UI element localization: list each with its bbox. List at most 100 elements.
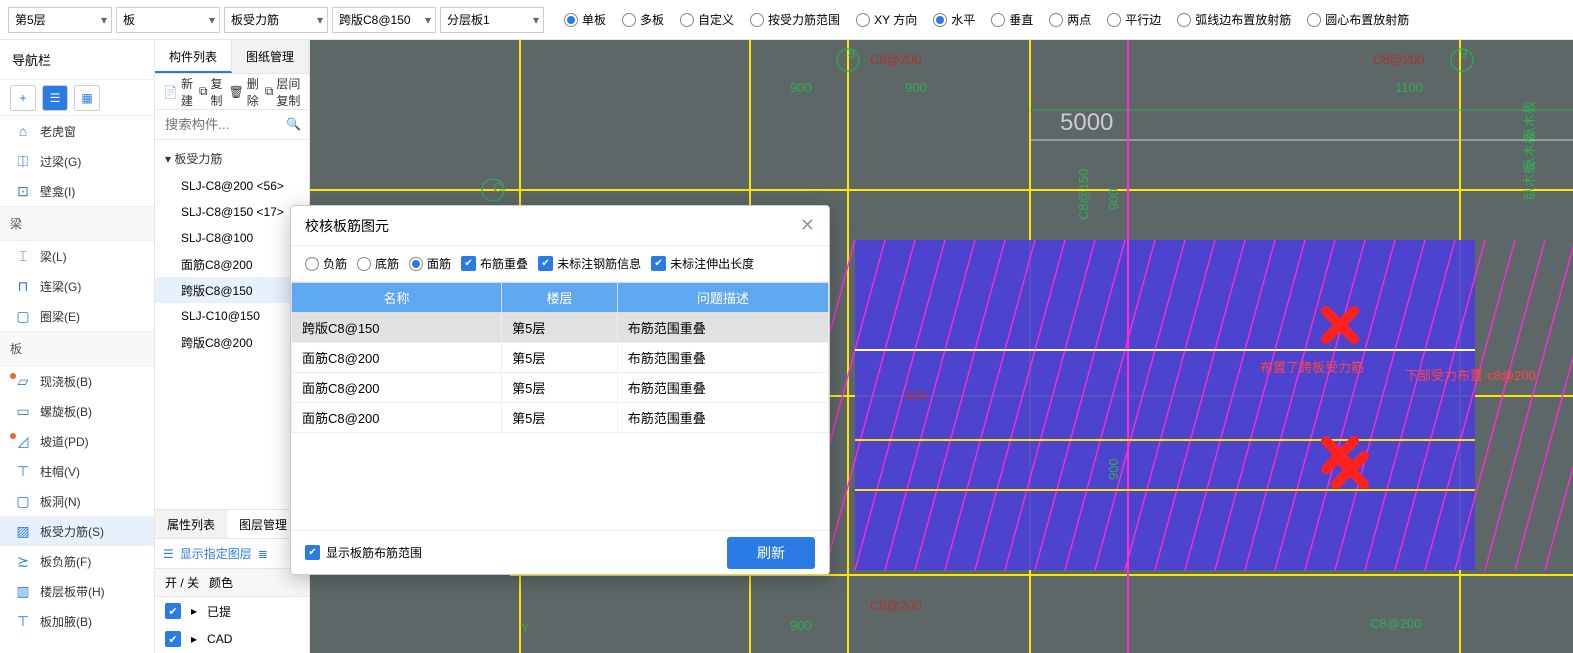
tree-root[interactable]: 板受力筋 (155, 144, 309, 173)
nav-item[interactable]: ▥楼层板带(H) (0, 576, 154, 606)
nav-item[interactable]: ⊤板加腋(B) (0, 606, 154, 636)
radio-icon (1107, 13, 1121, 27)
svg-text:900: 900 (1106, 188, 1121, 210)
filter-radio[interactable]: 底筋 (357, 255, 399, 272)
table-row[interactable]: 面筋C8@200第5层布筋范围重叠 (292, 373, 829, 403)
option-多板[interactable]: 多板 (616, 11, 670, 28)
tree-item[interactable]: 跨版C8@150 (155, 277, 309, 303)
nav-item[interactable]: ▱现浇板(B) (0, 366, 154, 396)
table-row[interactable]: 面筋C8@200第5层布筋范围重叠 (292, 403, 829, 433)
nav-item[interactable]: ⌶梁(L) (0, 241, 154, 271)
tree-item[interactable]: 面筋C8@200 (155, 251, 309, 277)
svg-text:C8@150: C8@150 (1076, 168, 1091, 220)
top-toolbar: 第5层 板 板受力筋 跨版C8@150 分层板1 单板多板自定义按受力筋范围XY… (0, 0, 1573, 40)
nav-item[interactable]: ▢圈梁(E) (0, 301, 154, 331)
option-圆心布置放射筋[interactable]: 圆心布置放射筋 (1301, 11, 1415, 28)
filter-radio[interactable]: 负筋 (305, 255, 347, 272)
nav-item[interactable]: ⎅过梁(G) (0, 146, 154, 176)
nav-tb-grid-icon[interactable]: ▦ (74, 85, 100, 111)
option-XY 方向[interactable]: XY 方向 (850, 11, 923, 28)
refresh-button[interactable]: 刷新 (727, 537, 815, 569)
svg-text:900: 900 (790, 80, 812, 95)
tab[interactable]: 构件列表 (155, 40, 232, 73)
nav-tb-add-icon[interactable]: + (10, 85, 36, 111)
option-水平[interactable]: 水平 (927, 11, 981, 28)
svg-text:C8@200: C8@200 (1373, 52, 1425, 67)
nav-item[interactable]: ⌂老虎窗 (0, 116, 154, 146)
component-tabs: 构件列表图纸管理 (155, 40, 309, 74)
search-input[interactable] (155, 110, 309, 139)
filter-check[interactable]: ✔未标注钢筋信息 (538, 255, 641, 272)
filter-check[interactable]: ✔布筋重叠 (461, 255, 528, 272)
toolbar-button[interactable]: 📄新建 (163, 75, 193, 109)
nav-item[interactable]: ▭螺旋板(B) (0, 396, 154, 426)
table-row[interactable]: 面筋C8@200第5层布筋范围重叠 (292, 343, 829, 373)
nav-item[interactable]: ▨板受力筋(S) (0, 516, 154, 546)
svg-text:布置了跨板受力筋: 布置了跨板受力筋 (1260, 360, 1364, 375)
column-header: 名称 (292, 283, 502, 313)
nav-item-icon: ◿ (14, 432, 32, 450)
radio-icon (409, 257, 423, 271)
tb-icon: ⧉ (265, 84, 274, 99)
tree-item[interactable]: SLJ-C8@200 <56> (155, 173, 309, 199)
layerbar-icon[interactable]: ☰ (163, 547, 174, 561)
dd-layer[interactable]: 分层板1 (440, 7, 544, 33)
toolbar-button[interactable]: ⧉层间复制 (265, 75, 301, 109)
filter-radio[interactable]: 面筋 (409, 255, 451, 272)
nav-item[interactable]: ⊓连梁(G) (0, 271, 154, 301)
layerbar-label[interactable]: 显示指定图层 (180, 545, 252, 562)
layer-row[interactable]: ✔▸已提 (155, 597, 309, 625)
nav-item-icon: ▢ (14, 307, 32, 325)
option-按受力筋范围[interactable]: 按受力筋范围 (744, 11, 846, 28)
layer-toolbar: ☰ 显示指定图层 ≣ (155, 539, 309, 569)
radio-icon (622, 13, 636, 27)
radio-icon (933, 13, 947, 27)
option-两点[interactable]: 两点 (1043, 11, 1097, 28)
nav-item[interactable]: ◿坡道(PD) (0, 426, 154, 456)
tab[interactable]: 图纸管理 (232, 40, 309, 73)
radio-icon (680, 13, 694, 27)
dd-floor[interactable]: 第5层 (8, 7, 112, 33)
radio-icon (1049, 13, 1063, 27)
tree-item[interactable]: SLJ-C10@150 (155, 303, 309, 329)
svg-text:5000: 5000 (1060, 109, 1113, 136)
dialog-footer: ✔ 显示板筋布筋范围 刷新 (291, 530, 829, 574)
radio-icon (564, 13, 578, 27)
nav-item[interactable]: ⊡壁龛(I) (0, 176, 154, 206)
layer-header: 开 / 关颜色 (155, 569, 309, 597)
tree-item[interactable]: 跨版C8@200 (155, 329, 309, 355)
option-平行边[interactable]: 平行边 (1101, 11, 1167, 28)
tree-item[interactable]: SLJ-C8@100 (155, 225, 309, 251)
nav-tb-list-icon[interactable]: ☰ (42, 85, 68, 111)
tree-item[interactable]: SLJ-C8@150 <17> (155, 199, 309, 225)
option-单板[interactable]: 单板 (558, 11, 612, 28)
option-垂直[interactable]: 垂直 (985, 11, 1039, 28)
dd-item[interactable]: 跨版C8@150 (332, 7, 436, 33)
layout-options: 单板多板自定义按受力筋范围XY 方向水平垂直两点平行边弧线边布置放射筋圆心布置放… (558, 11, 1415, 28)
filter-check[interactable]: ✔未标注伸出长度 (651, 255, 754, 272)
footer-check[interactable]: ✔ 显示板筋布筋范围 (305, 544, 422, 561)
radio-icon (856, 13, 870, 27)
nav-item-icon: ▨ (14, 522, 32, 540)
toolbar-button[interactable]: ⧉复制 (199, 75, 223, 109)
layer-row[interactable]: ✔▸CAD (155, 625, 309, 653)
toolbar-button[interactable]: 🗑删除 (229, 75, 259, 109)
nav-item[interactable]: ▢板洞(N) (0, 486, 154, 516)
layerbar-icon[interactable]: ≣ (258, 547, 268, 561)
nav-item-icon: ⌶ (14, 247, 32, 265)
option-弧线边布置放射筋[interactable]: 弧线边布置放射筋 (1171, 11, 1297, 28)
dd-type[interactable]: 板受力筋 (224, 7, 328, 33)
nav-item[interactable]: ⊤柱帽(V) (0, 456, 154, 486)
tab[interactable]: 图层管理 (227, 510, 299, 538)
dd-category[interactable]: 板 (116, 7, 220, 33)
check-icon[interactable]: ✔ (165, 603, 181, 619)
nav-item[interactable]: ≿板负筋(F) (0, 546, 154, 576)
close-icon[interactable]: ✕ (800, 215, 815, 236)
option-自定义[interactable]: 自定义 (674, 11, 740, 28)
check-icon: ✔ (461, 256, 476, 271)
tab[interactable]: 属性列表 (155, 510, 227, 538)
check-icon[interactable]: ✔ (165, 631, 181, 647)
property-tabs: 属性列表图层管理 (155, 509, 309, 539)
svg-text:C8@200: C8@200 (1370, 616, 1422, 631)
table-row[interactable]: 跨版C8@150第5层布筋范围重叠 (292, 313, 829, 343)
